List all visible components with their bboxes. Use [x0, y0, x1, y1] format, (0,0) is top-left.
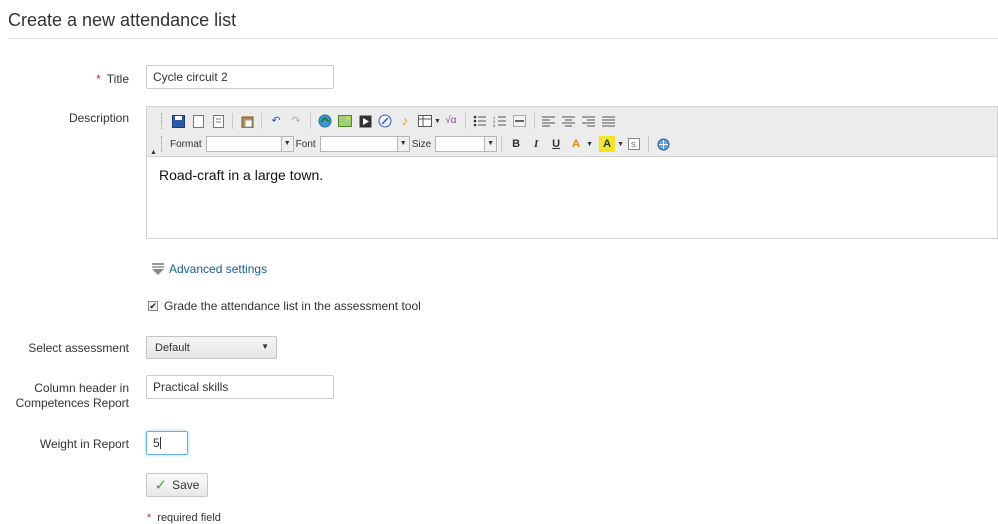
- column-header-input[interactable]: Practical skills: [146, 375, 334, 399]
- align-left-icon[interactable]: [541, 113, 557, 129]
- chevron-down-icon: ▼: [261, 342, 269, 351]
- grade-checkbox[interactable]: ✔: [148, 301, 158, 311]
- bulleted-list-icon[interactable]: [472, 113, 488, 129]
- save-button[interactable]: ✓ Save: [146, 473, 208, 497]
- maximize-icon[interactable]: [655, 136, 671, 152]
- grade-checkbox-label: Grade the attendance list in the assessm…: [164, 299, 421, 313]
- description-label: Description: [68, 111, 129, 125]
- description-editor[interactable]: ↶ ↷ ♪ ▼ √α 123 Format ▼ Font ▼ Size ▼ B …: [146, 106, 998, 239]
- checkmark-icon: ✓: [154, 477, 168, 494]
- weight-label: Weight in Report: [39, 437, 129, 451]
- audio-icon[interactable]: ♪: [397, 113, 413, 129]
- svg-text:S: S: [631, 142, 636, 149]
- size-label: Size: [411, 138, 432, 150]
- svg-text:3: 3: [493, 123, 496, 127]
- chevron-down-icon: ▼: [280, 137, 293, 151]
- align-right-icon[interactable]: [581, 113, 597, 129]
- editor-toolbar: ↶ ↷ ♪ ▼ √α 123 Format ▼ Font ▼ Size ▼ B …: [147, 107, 997, 157]
- advanced-settings-link[interactable]: Advanced settings: [150, 262, 267, 276]
- format-label: Format: [170, 138, 202, 150]
- assessment-select[interactable]: Default ▼: [146, 336, 277, 359]
- formula-icon[interactable]: √α: [443, 113, 459, 129]
- text-color-button[interactable]: A: [568, 136, 584, 152]
- font-label: Font: [295, 138, 316, 150]
- editor-content[interactable]: Road-craft in a large town.: [147, 157, 997, 193]
- undo-icon[interactable]: ↶: [268, 113, 284, 129]
- bold-button[interactable]: B: [508, 136, 524, 152]
- templates-icon[interactable]: [210, 113, 226, 129]
- bg-color-button[interactable]: A: [599, 136, 616, 152]
- weight-input[interactable]: 5: [146, 431, 188, 455]
- grade-checkbox-row[interactable]: ✔ Grade the attendance list in the asses…: [148, 299, 421, 313]
- redo-icon[interactable]: ↷: [288, 113, 304, 129]
- italic-button[interactable]: I: [528, 136, 544, 152]
- chevron-down-icon: ▼: [396, 137, 409, 151]
- title-label: * Title: [96, 72, 129, 86]
- required-marker: *: [96, 72, 101, 86]
- column-header-label: Column header in Competences Report: [15, 381, 129, 410]
- page-title: Create a new attendance list: [8, 10, 237, 30]
- flash-icon[interactable]: [377, 113, 393, 129]
- font-select[interactable]: ▼: [319, 136, 410, 152]
- align-center-icon[interactable]: [561, 113, 577, 129]
- underline-button[interactable]: U: [548, 136, 564, 152]
- title-input[interactable]: Cycle circuit 2: [146, 65, 334, 89]
- paste-icon[interactable]: [239, 113, 255, 129]
- image-icon[interactable]: [337, 113, 353, 129]
- horizontal-rule-icon[interactable]: [512, 113, 528, 129]
- numbered-list-icon[interactable]: 123: [492, 113, 508, 129]
- table-icon[interactable]: [417, 113, 433, 129]
- justify-icon[interactable]: [601, 113, 617, 129]
- new-page-icon[interactable]: [190, 113, 206, 129]
- source-icon[interactable]: S: [626, 136, 642, 152]
- size-select[interactable]: ▼: [435, 136, 498, 152]
- required-field-note: * required field: [147, 512, 221, 524]
- select-assessment-label: Select assessment: [28, 341, 129, 355]
- format-select[interactable]: ▼: [205, 136, 294, 152]
- chevron-down-icon: ▼: [484, 137, 497, 151]
- toolbar-collapse-icon[interactable]: ▲: [150, 149, 157, 156]
- save-doc-icon[interactable]: [170, 113, 186, 129]
- link-icon[interactable]: [317, 113, 333, 129]
- arrow-down-icon: [152, 263, 164, 275]
- title-divider: [8, 38, 998, 39]
- video-icon[interactable]: [357, 113, 373, 129]
